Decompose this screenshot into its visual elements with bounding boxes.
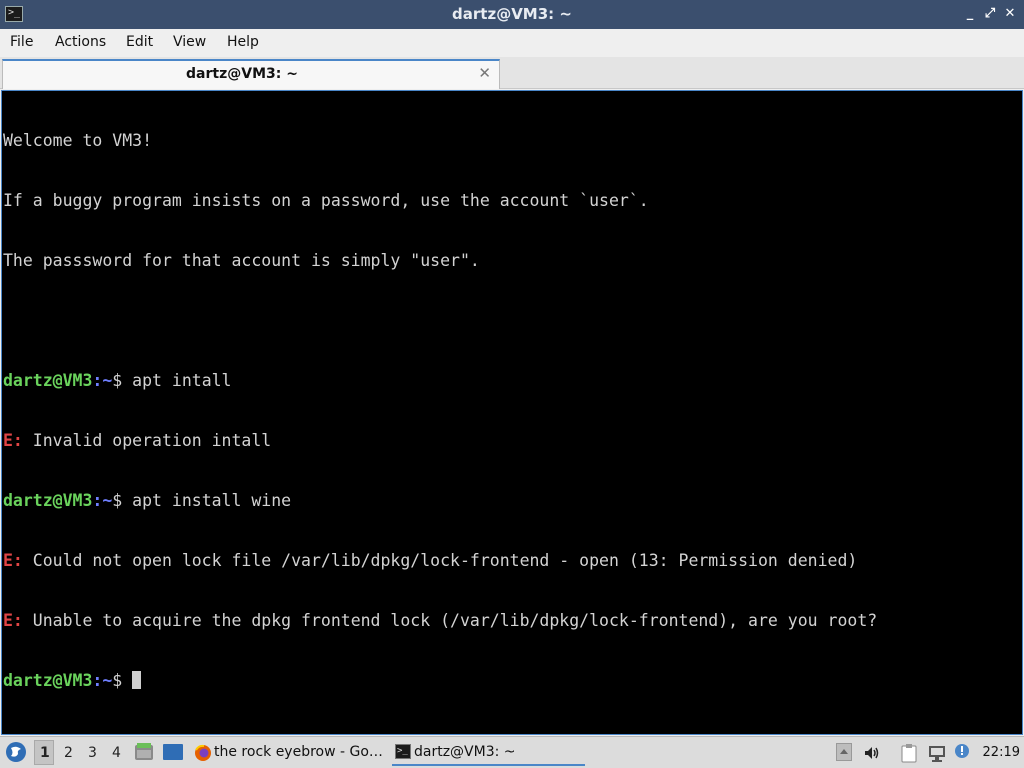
tab-close-icon[interactable]: ✕ [478, 64, 491, 82]
terminal-line: If a buggy program insists on a password… [3, 191, 877, 211]
task-label: dartz@VM3: ~ [414, 744, 516, 760]
prompt-path: :~ [92, 671, 113, 690]
terminal-line: dartz@VM3:~$ apt intall [3, 371, 877, 391]
terminal-line: dartz@VM3:~$ [3, 671, 877, 691]
terminal-icon: >_ [395, 744, 411, 759]
taskbar: 1 2 3 4 the rock eyebrow - Go… >_ dartz@… [0, 736, 1024, 768]
terminal-output[interactable]: Welcome to VM3! If a buggy program insis… [1, 90, 1023, 735]
command-text: apt install wine [132, 491, 292, 510]
restore-icon[interactable]: ⤢ [981, 5, 999, 23]
menu-actions[interactable]: Actions [55, 34, 106, 50]
clipboard-icon[interactable] [899, 743, 919, 763]
terminal-line: E: Could not open lock file /var/lib/dpk… [3, 551, 877, 571]
command-text: apt intall [132, 371, 232, 390]
prompt-user: dartz@VM3 [3, 371, 93, 390]
menu-bar: File Actions Edit View Help [0, 29, 1024, 57]
prompt-path: :~ [92, 371, 113, 390]
terminal-line: The passsword for that account is simply… [3, 251, 877, 271]
clock[interactable]: 22:19 [983, 745, 1020, 760]
window-title: dartz@VM3: ~ [452, 5, 572, 23]
menu-view[interactable]: View [173, 34, 206, 50]
info-text: The passsword for that account is simply… [3, 251, 480, 270]
info-text: If a buggy program insists on a password… [3, 191, 649, 210]
prompt-user: dartz@VM3 [3, 671, 93, 690]
taskbar-task-terminal[interactable]: >_ dartz@VM3: ~ [392, 740, 585, 766]
start-menu-icon[interactable] [5, 741, 27, 763]
menu-file[interactable]: File [10, 34, 33, 50]
terminal-line: E: Unable to acquire the dpkg frontend l… [3, 611, 877, 631]
taskbar-task-browser[interactable]: the rock eyebrow - Go… [192, 740, 388, 766]
welcome-text: Welcome to VM3! [3, 131, 153, 150]
show-desktop-icon[interactable] [162, 743, 184, 761]
volume-icon[interactable] [863, 744, 881, 762]
desktop-switch-3[interactable]: 3 [88, 745, 97, 761]
prompt-path: :~ [92, 491, 113, 510]
terminal-window: >_ dartz@VM3: ~ _ ⤢ ✕ File Actions Edit … [0, 0, 1024, 736]
error-prefix: E: [3, 611, 23, 630]
prompt-symbol: $ [112, 371, 133, 390]
task-label: the rock eyebrow - Go… [214, 744, 383, 760]
error-text: Could not open lock file /var/lib/dpkg/l… [22, 551, 858, 570]
desktop-switch-4[interactable]: 4 [112, 745, 121, 761]
terminal-tab[interactable]: dartz@VM3: ~ ✕ [2, 59, 500, 89]
error-prefix: E: [3, 551, 23, 570]
desktop-switch-2[interactable]: 2 [64, 745, 73, 761]
title-bar[interactable]: >_ dartz@VM3: ~ _ ⤢ ✕ [0, 0, 1024, 29]
file-manager-icon[interactable] [134, 742, 154, 762]
tray-arrow-icon[interactable] [836, 743, 852, 761]
terminal-line: E: Invalid operation intall [3, 431, 877, 451]
update-notifier-icon[interactable] [953, 742, 971, 760]
menu-edit[interactable]: Edit [126, 34, 153, 50]
error-text: Invalid operation intall [22, 431, 272, 450]
tab-bar: dartz@VM3: ~ ✕ [0, 57, 1024, 89]
prompt-symbol: $ [112, 671, 133, 690]
minimize-icon[interactable]: _ [961, 5, 979, 23]
desktop-switch-1[interactable]: 1 [40, 745, 50, 761]
firefox-icon [195, 744, 211, 761]
terminal-line: dartz@VM3:~$ apt install wine [3, 491, 877, 511]
error-prefix: E: [3, 431, 23, 450]
error-text: Unable to acquire the dpkg frontend lock… [22, 611, 878, 630]
close-icon[interactable]: ✕ [1001, 5, 1019, 23]
prompt-symbol: $ [112, 491, 133, 510]
terminal-line: Welcome to VM3! [3, 131, 877, 151]
tab-label: dartz@VM3: ~ [186, 66, 298, 82]
prompt-user: dartz@VM3 [3, 491, 93, 510]
text-cursor [132, 671, 142, 689]
network-icon[interactable] [927, 743, 947, 763]
menu-help[interactable]: Help [227, 34, 259, 50]
